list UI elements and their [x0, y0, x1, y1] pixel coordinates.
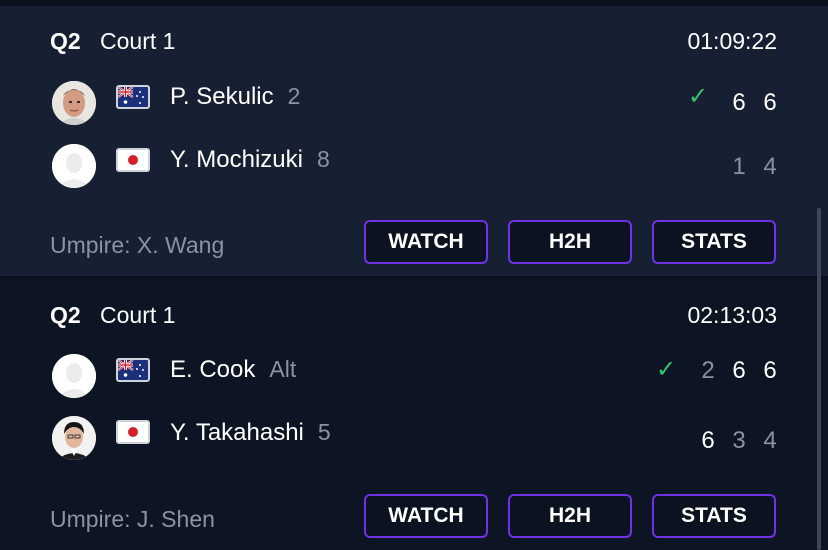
watch-button[interactable]: WATCH	[364, 220, 488, 264]
h2h-button[interactable]: H2H	[508, 494, 632, 538]
checkmark-icon: ✓	[688, 83, 709, 110]
stats-button[interactable]: STATS	[652, 220, 776, 264]
japan-flag-icon	[116, 420, 150, 444]
match-duration: 02:13:03	[687, 302, 777, 328]
scrollbar[interactable]	[817, 208, 821, 550]
round-label: Q2	[50, 28, 81, 54]
set-score: 3	[732, 427, 746, 454]
umpire-label: Umpire: X. Wang	[50, 232, 225, 258]
player-seed: Alt	[269, 356, 297, 382]
set-score: 6	[732, 357, 746, 384]
set-score: 4	[763, 153, 777, 180]
set-score: 1	[732, 153, 746, 180]
australia-flag-icon	[116, 85, 150, 109]
player-photo-avatar	[52, 81, 96, 125]
placeholder-avatar-icon	[52, 354, 96, 398]
japan-flag-icon	[116, 148, 150, 172]
set-score: 6	[701, 427, 715, 454]
player-seed: 8	[316, 146, 330, 172]
round-label: Q2	[50, 302, 81, 328]
player-photo-avatar	[52, 416, 96, 460]
set-score: 6	[763, 89, 777, 116]
checkmark-icon: ✓	[656, 356, 677, 383]
set-score: 4	[763, 427, 777, 454]
australia-flag-icon	[116, 358, 150, 382]
player-name[interactable]: Y. Mochizuki 8	[170, 146, 330, 174]
court-label: Court 1	[100, 302, 176, 328]
match-card[interactable]: Q2 Court 1 02:13:03 E. CookAlt ✓ 2 6 6	[0, 278, 828, 550]
match-card[interactable]: Q2 Court 1 01:09:22 P. Sekulic 2 ✓ 6 6 Y…	[0, 6, 828, 276]
stats-button[interactable]: STATS	[652, 494, 776, 538]
set-score: 2	[701, 357, 715, 384]
match-duration: 01:09:22	[687, 28, 777, 54]
player-seed: 2	[287, 83, 301, 109]
placeholder-avatar-icon	[52, 144, 96, 188]
court-label: Court 1	[100, 28, 176, 54]
set-score: 6	[732, 89, 746, 116]
player-name[interactable]: P. Sekulic 2	[170, 83, 300, 111]
player-name[interactable]: E. Cook Alt	[170, 356, 296, 384]
player-seed: 5	[317, 419, 331, 445]
umpire-label: Umpire: J. Shen	[50, 506, 215, 532]
watch-button[interactable]: WATCH	[364, 494, 488, 538]
set-score: 6	[763, 357, 777, 384]
player-name[interactable]: Y. Takahashi 5	[170, 419, 331, 447]
h2h-button[interactable]: H2H	[508, 220, 632, 264]
